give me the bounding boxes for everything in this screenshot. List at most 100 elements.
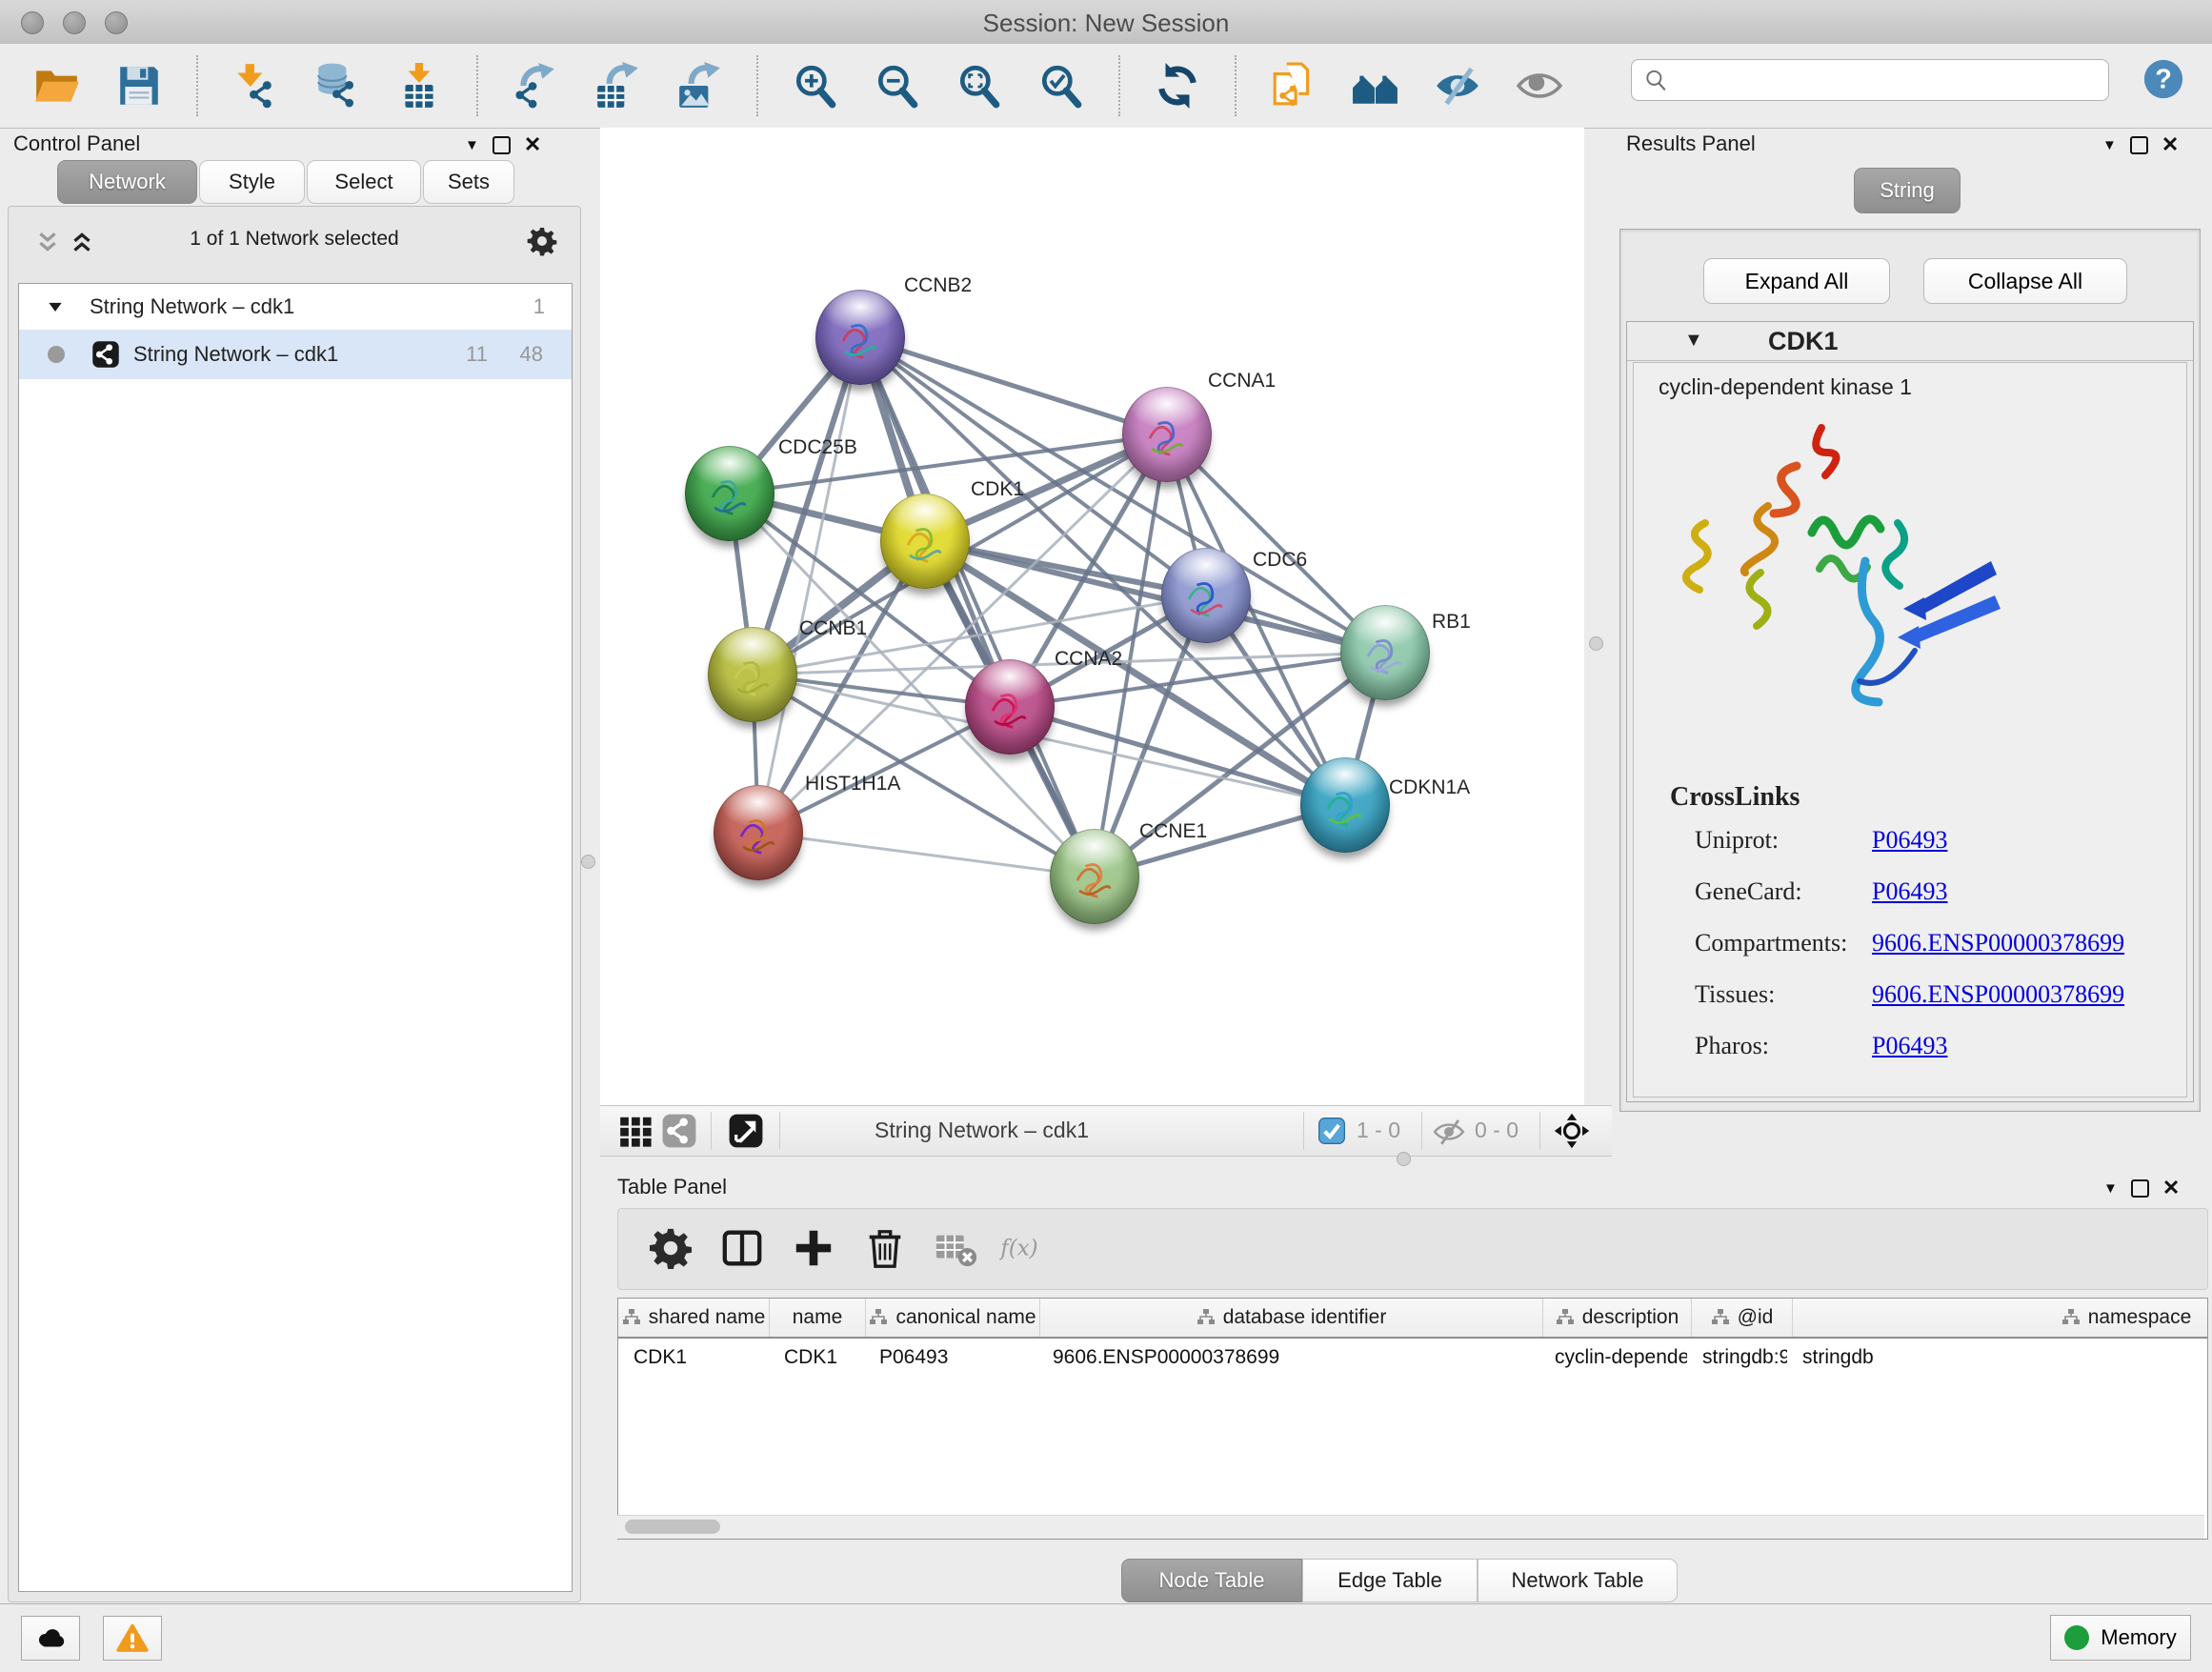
table-cell[interactable]: 9606.ENSP00000378699	[1037, 1346, 1539, 1369]
save-session-button[interactable]	[114, 59, 164, 112]
network-node-CDC25B[interactable]	[685, 446, 774, 541]
network-node-CDKN1A[interactable]	[1300, 757, 1390, 853]
tab-string[interactable]: String	[1854, 168, 1961, 213]
network-canvas[interactable]: CCNB2 CCNA1 CDC25B CDK1 CDC6 RB1 CCNB1 C…	[600, 128, 1584, 1105]
zoom-fit-content-button[interactable]	[955, 59, 1004, 112]
tab-network[interactable]: Network	[57, 160, 197, 204]
tab-node-table[interactable]: Node Table	[1121, 1559, 1302, 1602]
table-cell[interactable]: cyclin-dependent ...	[1539, 1346, 1687, 1369]
import-network-from-database-button[interactable]	[312, 59, 362, 112]
show-graphics-details-button[interactable]	[1515, 59, 1564, 112]
zoom-in-button[interactable]	[791, 59, 840, 112]
column-header-id[interactable]: @id	[1692, 1299, 1793, 1337]
network-node-CCNB2[interactable]	[815, 290, 905, 385]
export-network-button[interactable]	[511, 59, 560, 112]
help-button[interactable]: ?	[2142, 57, 2185, 101]
hidden-items-eye-slash-icon[interactable]	[1433, 1116, 1465, 1148]
bottom-splitter-handle[interactable]	[1397, 1152, 1411, 1166]
table-cell[interactable]: stringdb:9...	[1687, 1346, 1787, 1369]
import-network-from-file-button[interactable]	[231, 59, 280, 112]
tab-select[interactable]: Select	[307, 160, 421, 204]
first-neighbors-button[interactable]	[1351, 59, 1400, 112]
crosslink-link[interactable]: P06493	[1872, 877, 1947, 906]
section-collapse-icon[interactable]: ▼	[1684, 330, 1703, 352]
search-input[interactable]	[1676, 63, 2108, 97]
node-table[interactable]: shared namenamecanonical namedatabase id…	[617, 1298, 2208, 1540]
panel-close-icon[interactable]: ✕	[524, 132, 541, 157]
grid-view-icon[interactable]	[617, 1113, 654, 1149]
zoom-out-button[interactable]	[873, 59, 922, 112]
results-float-icon[interactable]	[2130, 136, 2148, 154]
apply-preferred-layout-button[interactable]	[1153, 59, 1202, 112]
table-cell[interactable]: CDK1	[769, 1346, 864, 1369]
delete-column-icon[interactable]	[863, 1226, 907, 1270]
tab-style[interactable]: Style	[199, 160, 305, 204]
network-collection-row[interactable]: String Network – cdk1 1	[19, 284, 572, 330]
network-node-CCNA1[interactable]	[1122, 387, 1212, 482]
warnings-button[interactable]	[103, 1616, 162, 1661]
column-header-sharedname[interactable]: shared name	[618, 1299, 770, 1337]
crosslink-link[interactable]: 9606.ENSP00000378699	[1872, 980, 2124, 1009]
gene-section-header[interactable]: ▼ CDK1	[1627, 322, 2193, 361]
left-splitter-handle[interactable]	[581, 855, 595, 869]
export-image-button[interactable]	[674, 59, 724, 112]
zoom-selected-button[interactable]	[1036, 59, 1086, 112]
network-badge-icon[interactable]	[661, 1113, 697, 1149]
tab-sets[interactable]: Sets	[423, 160, 514, 204]
network-options-gear-icon[interactable]	[527, 226, 557, 256]
open-session-button[interactable]	[32, 59, 82, 112]
panel-float-icon[interactable]	[493, 136, 511, 154]
column-header-canonicalname[interactable]: canonical name	[866, 1299, 1040, 1337]
table-cell[interactable]: CDK1	[618, 1346, 769, 1369]
crosshair-icon[interactable]	[1553, 1112, 1591, 1150]
network-node-CDK1[interactable]	[880, 494, 970, 589]
crosslink-link[interactable]: P06493	[1872, 826, 1947, 855]
column-header-description[interactable]: description	[1543, 1299, 1692, 1337]
collection-expand-icon[interactable]	[46, 297, 65, 316]
results-collapse-icon[interactable]: ▼	[2102, 137, 2117, 153]
collapse-all-button[interactable]: Collapse All	[1923, 258, 2127, 304]
edge-CCNB2-CCNA1[interactable]	[860, 337, 1167, 434]
crosslink-link[interactable]: P06493	[1872, 1032, 1947, 1060]
tab-network-table[interactable]: Network Table	[1478, 1559, 1678, 1602]
table-float-icon[interactable]	[2131, 1179, 2149, 1198]
edge-HIST1H1A-CCNE1[interactable]	[758, 833, 1095, 876]
column-header-databaseidentifier[interactable]: database identifier	[1040, 1299, 1543, 1337]
memory-button[interactable]: Memory	[2050, 1615, 2191, 1661]
show-columns-icon[interactable]	[720, 1226, 764, 1270]
network-node-CCNA2[interactable]	[965, 659, 1055, 755]
birdseye-view-icon[interactable]	[728, 1113, 764, 1149]
tab-edge-table[interactable]: Edge Table	[1302, 1559, 1478, 1602]
results-close-icon[interactable]: ✕	[2162, 132, 2179, 157]
table-cell[interactable]: stringdb	[1787, 1346, 2208, 1369]
edge-CCNB2-HIST1H1A[interactable]	[758, 337, 860, 833]
column-header-name[interactable]: name	[770, 1299, 866, 1337]
network-node-CDC6[interactable]	[1161, 548, 1251, 643]
export-table-button[interactable]	[593, 59, 642, 112]
expand-all-button[interactable]: Expand All	[1703, 258, 1890, 304]
table-row[interactable]: CDK1CDK1P064939606.ENSP00000378699cyclin…	[618, 1339, 2207, 1377]
table-cell[interactable]: P06493	[864, 1346, 1037, 1369]
network-row-selected[interactable]: String Network – cdk1 11 48	[19, 330, 572, 379]
column-header-namespace[interactable]: namespace	[1793, 1299, 2208, 1337]
panel-collapse-icon[interactable]: ▼	[465, 137, 479, 153]
scrollbar-thumb[interactable]	[625, 1520, 720, 1534]
export-image-icon	[675, 62, 723, 110]
clone-network-button[interactable]	[1269, 59, 1318, 112]
table-collapse-icon[interactable]: ▼	[2103, 1180, 2118, 1197]
hide-graphics-details-button[interactable]	[1433, 59, 1482, 112]
crosslink-link[interactable]: 9606.ENSP00000378699	[1872, 929, 2124, 957]
table-close-icon[interactable]: ✕	[2162, 1176, 2180, 1200]
create-column-icon[interactable]	[792, 1226, 835, 1270]
network-node-HIST1H1A[interactable]	[714, 785, 803, 880]
network-node-CCNB1[interactable]	[708, 627, 797, 722]
cloud-status-button[interactable]	[21, 1616, 80, 1661]
network-node-CCNE1[interactable]	[1050, 829, 1139, 924]
table-horizontal-scrollbar[interactable]	[617, 1515, 2204, 1539]
network-node-RB1[interactable]	[1340, 605, 1430, 700]
import-table-from-file-button[interactable]	[394, 59, 444, 112]
edge-CCNB2-CCNE1[interactable]	[860, 337, 1095, 876]
table-settings-gear-icon[interactable]	[649, 1226, 693, 1270]
selected-nodes-checkbox-icon[interactable]	[1317, 1116, 1347, 1146]
right-splitter-handle[interactable]	[1589, 636, 1603, 651]
